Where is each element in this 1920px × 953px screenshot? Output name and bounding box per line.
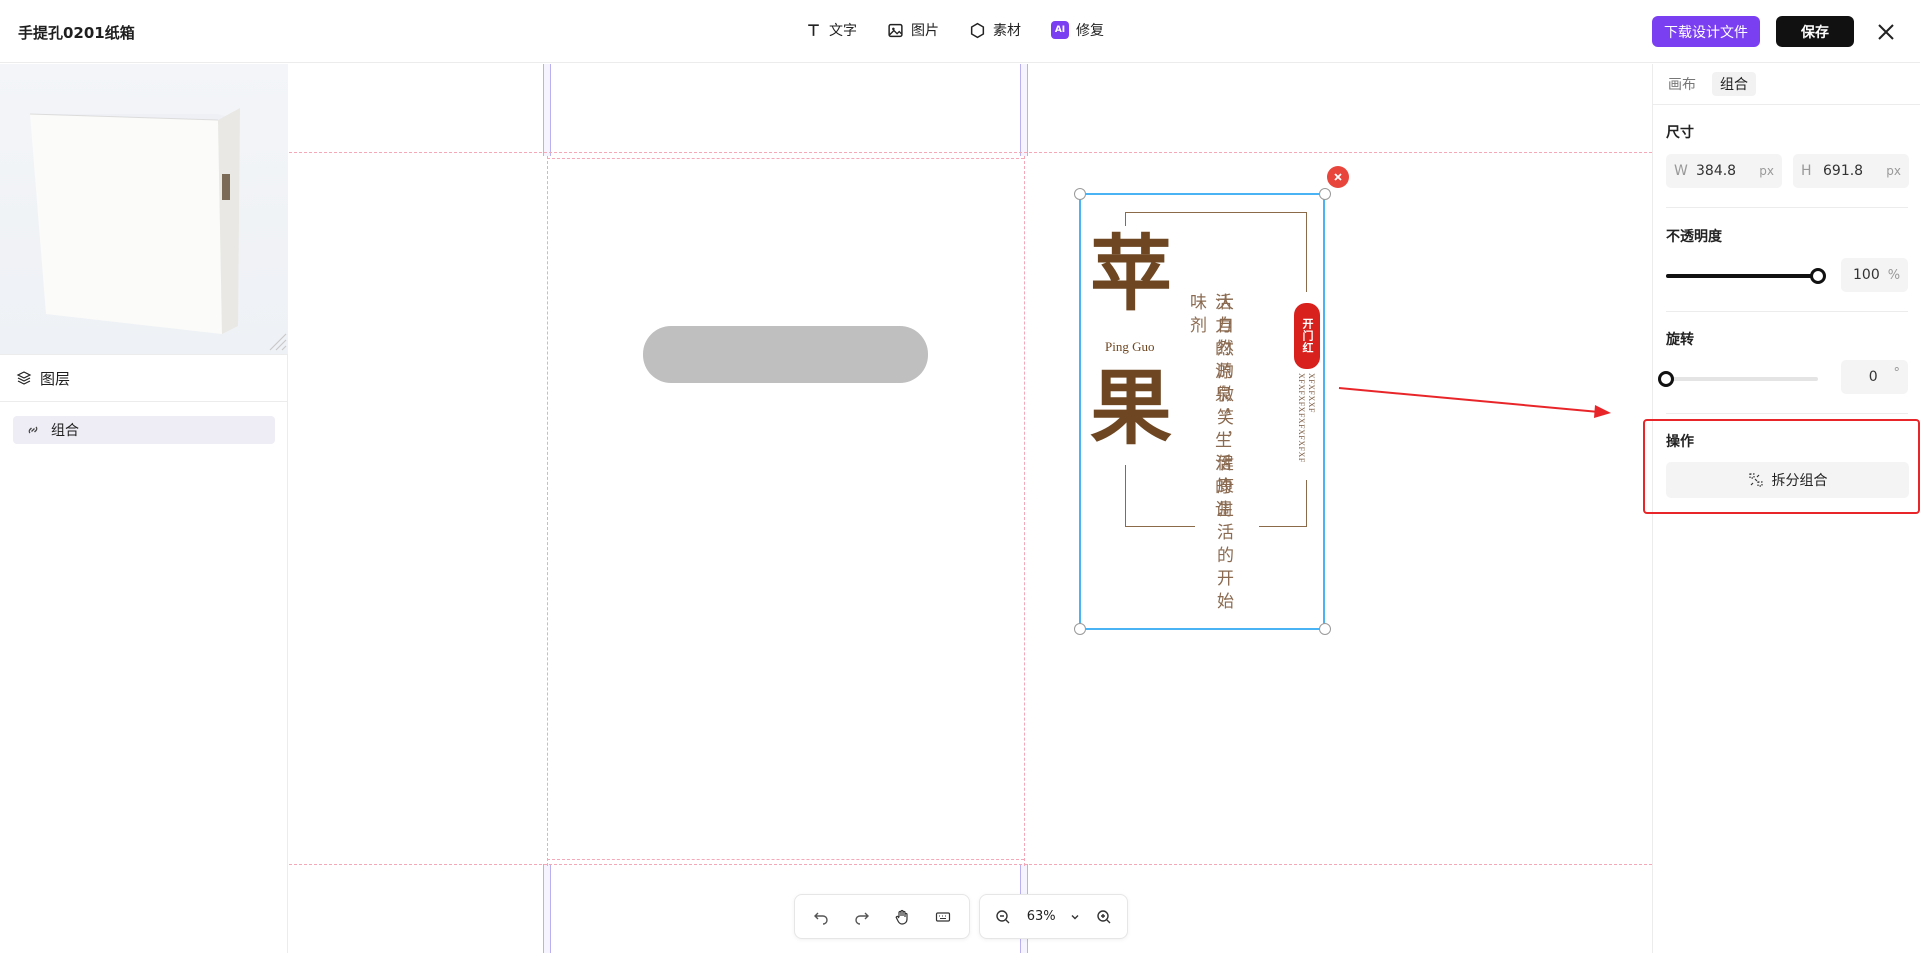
material-tool-label: 素材 xyxy=(993,23,1021,39)
width-value: 384.8 xyxy=(1696,163,1737,179)
image-tool-button[interactable]: 图片 xyxy=(887,20,939,40)
tab-canvas[interactable]: 画布 xyxy=(1660,72,1704,96)
divider xyxy=(1666,207,1908,208)
save-button[interactable]: 保存 xyxy=(1776,16,1854,47)
fold-line xyxy=(543,64,551,156)
zoom-out-icon[interactable] xyxy=(994,908,1012,926)
opacity-value: 100 xyxy=(1853,267,1880,283)
opacity-label: 不透明度 xyxy=(1666,229,1722,245)
layers-icon xyxy=(16,371,32,385)
height-unit: px xyxy=(1886,164,1901,178)
box-3d-preview[interactable] xyxy=(0,64,288,354)
group-link-icon xyxy=(28,426,38,434)
design-canvas[interactable]: 苹 Ping Guo 果 大自然的微笑，健康生活的开始 活力的源泉，生活的调味剂… xyxy=(289,64,1652,953)
width-field[interactable]: W 384.8 px xyxy=(1666,154,1782,188)
redo-icon[interactable] xyxy=(853,908,871,926)
tab-group[interactable]: 组合 xyxy=(1712,72,1756,96)
close-icon[interactable] xyxy=(1874,20,1898,44)
opacity-unit: % xyxy=(1887,267,1901,283)
document-title: 手提孔0201纸箱 xyxy=(18,24,135,42)
download-design-button[interactable]: 下载设计文件 xyxy=(1652,16,1760,47)
fold-line xyxy=(543,864,551,953)
rotation-slider-knob[interactable] xyxy=(1658,371,1674,387)
operation-label: 操作 xyxy=(1666,434,1694,450)
image-icon xyxy=(888,23,903,37)
ai-badge-icon: AI xyxy=(1051,21,1069,39)
fold-line xyxy=(1020,64,1028,156)
left-panel: 图层 组合 xyxy=(0,64,288,953)
properties-tabs: 画布 组合 xyxy=(1653,64,1920,105)
image-tool-label: 图片 xyxy=(911,23,939,39)
undo-icon[interactable] xyxy=(812,908,830,926)
handle-hole xyxy=(643,326,928,383)
text-icon xyxy=(808,23,819,36)
opacity-field[interactable]: 100 % xyxy=(1841,258,1908,292)
rotation-value: 0 xyxy=(1868,369,1878,385)
resize-handle-bottom-right[interactable] xyxy=(1319,623,1331,635)
opacity-slider-fill xyxy=(1666,274,1818,278)
keyboard-icon[interactable] xyxy=(934,908,952,926)
history-toolbar xyxy=(794,894,970,939)
height-field-label: H xyxy=(1801,163,1812,179)
opacity-slider-knob[interactable] xyxy=(1810,268,1826,284)
layers-header: 图层 xyxy=(0,354,288,402)
text-tool-button[interactable]: 文字 xyxy=(805,20,857,40)
material-tool-button[interactable]: 素材 xyxy=(969,20,1021,40)
guide-line xyxy=(547,859,1024,860)
close-icon xyxy=(1334,173,1342,181)
guide-line xyxy=(1024,156,1025,866)
height-value: 691.8 xyxy=(1823,163,1864,179)
guide-line xyxy=(289,864,1652,865)
ungroup-button[interactable]: 拆分组合 xyxy=(1666,462,1909,498)
zoom-level[interactable]: 63% xyxy=(1027,909,1056,924)
layers-title: 图层 xyxy=(40,369,71,388)
divider xyxy=(1666,311,1908,312)
rotation-field[interactable]: 0 ° xyxy=(1841,360,1908,394)
zoom-in-icon[interactable] xyxy=(1095,908,1113,926)
height-field[interactable]: H 691.8 px xyxy=(1793,154,1909,188)
layer-item-label: 组合 xyxy=(51,423,79,439)
toolbar-tools: 文字 图片 素材 AI 修复 xyxy=(805,20,1104,40)
box-3d-illustration xyxy=(29,108,287,351)
resize-handle-top-right[interactable] xyxy=(1319,188,1331,200)
resize-handle-bottom-left[interactable] xyxy=(1074,623,1086,635)
guide-line xyxy=(547,156,548,866)
selection-box xyxy=(1079,193,1325,630)
zoom-toolbar: 63% xyxy=(979,894,1128,939)
hexagon-icon xyxy=(970,22,985,38)
text-tool-label: 文字 xyxy=(829,23,857,39)
hand-icon[interactable] xyxy=(893,908,911,926)
chevron-down-icon[interactable] xyxy=(1070,908,1080,926)
repair-tool-button[interactable]: AI 修复 xyxy=(1051,20,1104,40)
top-bar: 手提孔0201纸箱 文字 图片 素材 AI 修复 下载设计文件 保存 xyxy=(0,0,1920,63)
ungroup-icon xyxy=(1748,473,1763,487)
size-label: 尺寸 xyxy=(1666,125,1694,141)
opacity-slider[interactable] xyxy=(1666,268,1826,284)
resize-handle-top-left[interactable] xyxy=(1074,188,1086,200)
rotation-label: 旋转 xyxy=(1666,332,1694,348)
properties-panel: 画布 组合 尺寸 W 384.8 px H 691.8 px 不透明度 100 … xyxy=(1643,64,1920,953)
width-field-label: W xyxy=(1674,163,1688,179)
layer-item-group[interactable]: 组合 xyxy=(13,416,275,444)
annotation-arrow xyxy=(1338,387,1611,418)
rotation-unit: ° xyxy=(1893,365,1901,381)
ungroup-label: 拆分组合 xyxy=(1771,473,1828,489)
guide-line xyxy=(547,158,1024,159)
guide-line xyxy=(289,152,1652,153)
width-unit: px xyxy=(1759,164,1774,178)
delete-selection-button[interactable] xyxy=(1327,166,1349,188)
divider xyxy=(1666,413,1908,414)
rotation-slider[interactable] xyxy=(1658,371,1818,387)
repair-tool-label: 修复 xyxy=(1076,23,1104,39)
